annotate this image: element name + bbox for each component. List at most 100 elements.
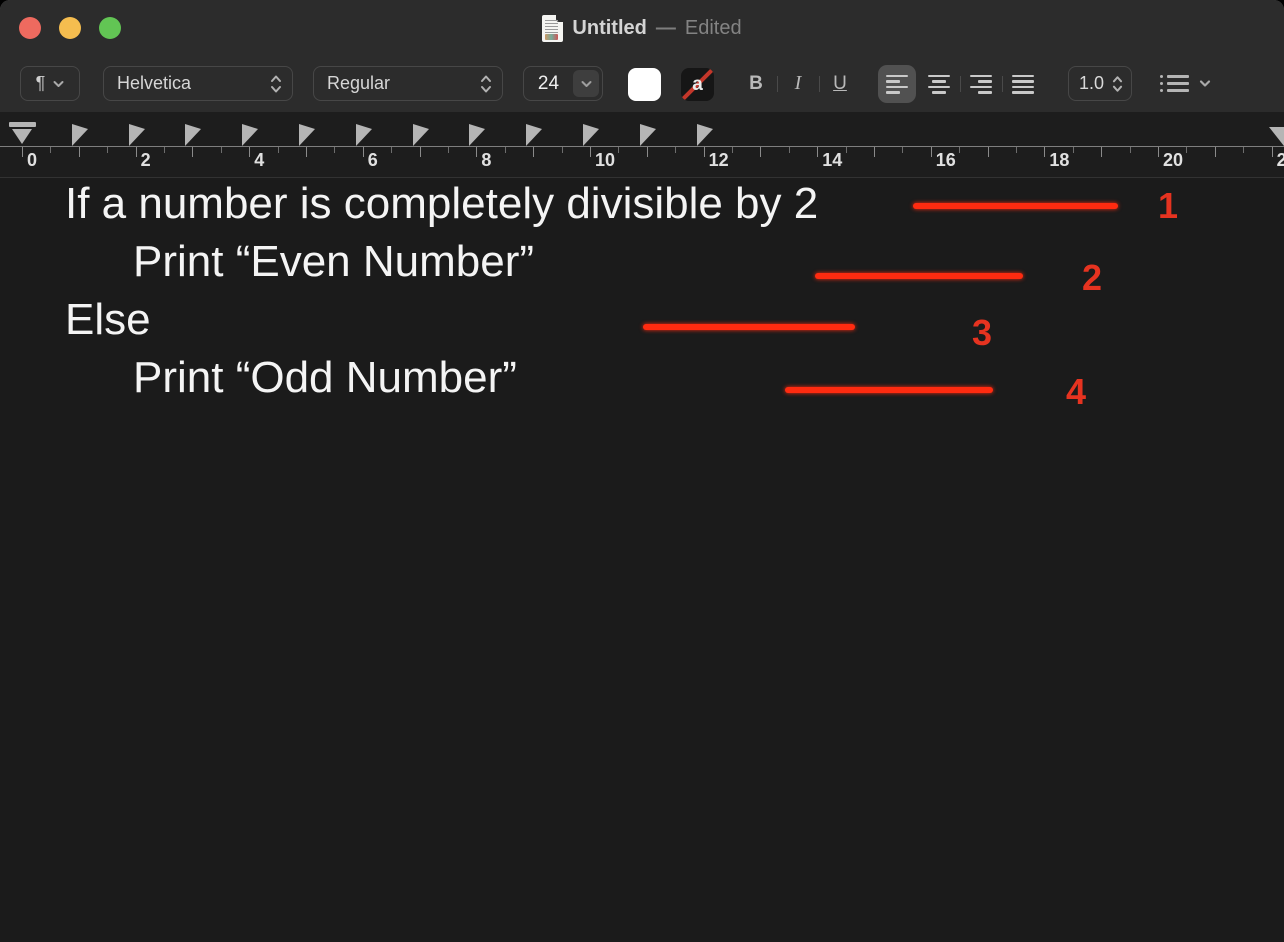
annotation-number: 2: [1082, 260, 1102, 296]
font-style-select[interactable]: Regular: [313, 66, 503, 101]
ruler-number: 22: [1277, 150, 1284, 171]
ruler-tick: [334, 147, 335, 153]
tab-stop-marker[interactable]: [299, 124, 315, 146]
ruler-tick: [192, 147, 193, 157]
ruler-tick: [363, 147, 364, 157]
title-separator: —: [656, 17, 676, 40]
chevron-down-icon: [53, 80, 64, 88]
ruler-number: 14: [822, 150, 842, 171]
ruler-tick: [221, 147, 222, 153]
text-color-well[interactable]: [628, 68, 661, 101]
ruler-number: 2: [141, 150, 151, 171]
ruler-tick: [136, 147, 137, 157]
title-bar: Untitled — Edited: [0, 0, 1284, 56]
underline-button[interactable]: U: [826, 66, 854, 101]
ruler-tick: [704, 147, 705, 157]
ruler-tick: [79, 147, 80, 157]
background-color-a-icon: a: [692, 74, 703, 96]
document-area[interactable]: If a number is completely divisible by 2…: [0, 178, 1284, 942]
ruler-tick: [249, 147, 250, 157]
ruler-number: 12: [709, 150, 729, 171]
ruler-tick: [1044, 147, 1045, 157]
ruler-tick: [1272, 147, 1273, 157]
align-justify-button[interactable]: [1004, 65, 1042, 103]
tab-stop-marker[interactable]: [413, 124, 429, 146]
font-family-select[interactable]: Helvetica: [103, 66, 293, 101]
tab-stop-marker[interactable]: [185, 124, 201, 146]
italic-button[interactable]: I: [784, 66, 812, 101]
tab-stop-marker[interactable]: [583, 124, 599, 146]
align-center-button[interactable]: [920, 65, 958, 103]
ruler-tick: [1158, 147, 1159, 157]
ruler-tick: [1101, 147, 1102, 157]
list-style-button[interactable]: [1160, 66, 1222, 101]
ruler-tick: [846, 147, 847, 153]
line-spacing-value: 1.0: [1079, 73, 1104, 94]
ruler-tick: [107, 147, 108, 153]
ruler-tick: [1130, 147, 1131, 153]
line-spacing-stepper[interactable]: 1.0: [1068, 66, 1132, 101]
ruler-tick: [874, 147, 875, 157]
ruler-number: 4: [254, 150, 264, 171]
background-color-button[interactable]: a: [681, 68, 714, 101]
up-down-chevrons-icon: [480, 74, 492, 94]
ruler: 0246810121416182022: [0, 112, 1284, 178]
ruler-tick: [817, 147, 818, 157]
document-proxy-icon[interactable]: [542, 15, 563, 42]
left-indent-marker[interactable]: [12, 129, 32, 144]
bold-button[interactable]: B: [742, 66, 770, 101]
ruler-tick: [50, 147, 51, 153]
edited-status: Edited: [685, 17, 742, 40]
chevron-down-icon: [1199, 79, 1211, 88]
tab-stop-marker[interactable]: [356, 124, 372, 146]
up-down-chevrons-icon: [270, 74, 282, 94]
first-line-indent-marker[interactable]: [9, 122, 36, 127]
ruler-tick: [647, 147, 648, 157]
ruler-number: 20: [1163, 150, 1183, 171]
tab-stop-marker[interactable]: [526, 124, 542, 146]
window-title-group: Untitled — Edited: [0, 0, 1284, 56]
tab-stop-marker[interactable]: [129, 124, 145, 146]
ruler-tick: [988, 147, 989, 157]
ruler-tick: [760, 147, 761, 157]
divider: [1002, 76, 1003, 92]
tab-stop-marker[interactable]: [242, 124, 258, 146]
ruler-number: 16: [936, 150, 956, 171]
tab-stop-marker[interactable]: [469, 124, 485, 146]
tab-stop-marker[interactable]: [640, 124, 656, 146]
font-size-dropdown[interactable]: [573, 70, 599, 97]
font-family-value: Helvetica: [117, 73, 191, 94]
ruler-number: 18: [1049, 150, 1069, 171]
document-text-line[interactable]: Print “Even Number”: [133, 240, 534, 284]
annotation-line: [913, 203, 1118, 209]
tab-stop-marker[interactable]: [72, 124, 88, 146]
window-title: Untitled: [572, 17, 646, 40]
paragraph-style-button[interactable]: ¶: [20, 66, 80, 101]
font-size-control[interactable]: 24: [523, 66, 603, 101]
textedit-window: Untitled — Edited ¶ Helvetica Regular 24…: [0, 0, 1284, 942]
align-right-button[interactable]: [962, 65, 1000, 103]
ruler-tick: [306, 147, 307, 157]
align-justify-icon: [1012, 75, 1034, 94]
tab-stop-marker[interactable]: [697, 124, 713, 146]
align-left-button[interactable]: [878, 65, 916, 103]
document-text-line[interactable]: Print “Odd Number”: [133, 356, 517, 400]
annotation-line: [785, 387, 993, 393]
bullet-list-icon: [1160, 75, 1189, 92]
divider: [819, 76, 820, 92]
ruler-tick: [1215, 147, 1216, 157]
ruler-tick: [931, 147, 932, 157]
ruler-number: 10: [595, 150, 615, 171]
format-toolbar: ¶ Helvetica Regular 24 a B I U: [0, 56, 1284, 112]
ruler-tick: [420, 147, 421, 157]
paragraph-icon: ¶: [36, 73, 46, 94]
document-text-line[interactable]: If a number is completely divisible by 2: [65, 182, 818, 226]
annotation-number: 3: [972, 315, 992, 351]
document-text-line[interactable]: Else: [65, 298, 151, 342]
right-indent-marker[interactable]: [1269, 127, 1284, 146]
ruler-tick: [562, 147, 563, 153]
font-size-value: 24: [524, 73, 573, 95]
ruler-tick: [675, 147, 676, 153]
ruler-tick: [448, 147, 449, 153]
ruler-tick: [1073, 147, 1074, 153]
